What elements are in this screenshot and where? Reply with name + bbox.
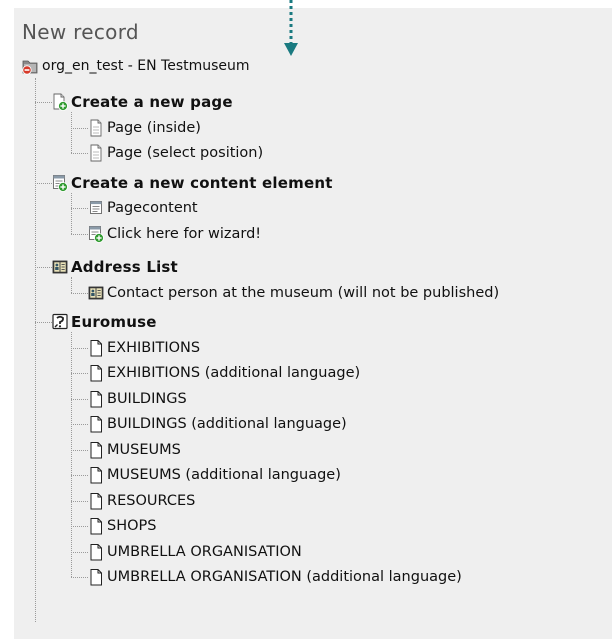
record-type-content-0[interactable]: Pagecontent — [88, 197, 198, 219]
tree-connector — [35, 78, 36, 622]
record-type-address-0[interactable]: Contact person at the museum (will not b… — [88, 282, 499, 304]
record-type-euromuse-3[interactable]: BUILDINGS (additional language) — [88, 413, 347, 435]
document-icon — [90, 467, 102, 484]
new-content-element-icon — [53, 174, 68, 192]
record-type-label: Page (inside) — [107, 119, 201, 136]
tree-connector — [71, 449, 88, 451]
address-book-icon — [52, 260, 68, 274]
tree-connector — [71, 475, 88, 476]
section-title: Euromuse — [71, 313, 157, 331]
record-type-euromuse-4[interactable]: MUSEUMS — [88, 439, 181, 461]
section-content[interactable]: Create a new content element — [52, 172, 333, 194]
document-icon — [90, 416, 102, 433]
record-type-euromuse-9[interactable]: UMBRELLA ORGANISATION (additional langua… — [88, 566, 462, 588]
record-type-label: EXHIBITIONS (additional language) — [107, 365, 361, 381]
content-element-icon — [90, 201, 102, 214]
document-icon — [90, 441, 102, 458]
record-type-label: Pagecontent — [107, 200, 198, 216]
tree-connector — [71, 332, 72, 577]
tree-connector — [71, 526, 88, 527]
tree-connector — [71, 153, 88, 154]
record-type-euromuse-2[interactable]: BUILDINGS — [88, 388, 187, 410]
document-icon — [90, 518, 102, 535]
record-type-label: RESOURCES — [107, 492, 196, 509]
record-type-euromuse-8[interactable]: UMBRELLA ORGANISATION — [88, 541, 302, 563]
record-type-euromuse-0[interactable]: EXHIBITIONS — [88, 337, 200, 359]
record-type-label: UMBRELLA ORGANISATION (additional langua… — [107, 569, 462, 585]
record-type-label: BUILDINGS — [107, 390, 187, 407]
tree-connector — [71, 127, 88, 129]
new-page-icon — [53, 93, 68, 111]
document-icon — [90, 569, 102, 586]
document-icon — [90, 543, 102, 560]
record-type-page-1[interactable]: Page (select position) — [88, 142, 263, 164]
tree-connector — [71, 424, 88, 425]
tree-connector — [35, 102, 52, 103]
tree-connector — [35, 182, 52, 184]
record-type-label: Contact person at the museum (will not b… — [107, 284, 500, 301]
tree-connector — [71, 233, 88, 235]
section-address[interactable]: Address List — [52, 256, 178, 278]
record-type-euromuse-7[interactable]: SHOPS — [88, 515, 156, 537]
address-book-icon — [88, 286, 104, 299]
record-type-content-1[interactable]: Click here for wizard! — [88, 223, 261, 245]
tree-connector — [71, 398, 88, 400]
document-icon — [90, 390, 102, 407]
document-icon — [90, 339, 102, 356]
wizard-icon — [89, 225, 104, 243]
record-type-label: EXHIBITIONS — [107, 339, 201, 356]
record-type-euromuse-5[interactable]: MUSEUMS (additional language) — [88, 464, 341, 486]
tree-connector — [71, 292, 88, 294]
euromuse-icon — [52, 313, 68, 330]
tree-connector — [71, 577, 88, 578]
record-type-label: Page (select position) — [107, 145, 264, 161]
section-title: Create a new content element — [71, 173, 333, 192]
record-type-label: BUILDINGS (additional language) — [107, 416, 347, 432]
page-icon — [90, 144, 102, 162]
record-type-euromuse-6[interactable]: RESOURCES — [88, 490, 195, 512]
record-type-label: Click here for wizard! — [107, 225, 262, 242]
record-type-label: MUSEUMS (additional language) — [107, 467, 341, 483]
record-type-label: UMBRELLA ORGANISATION — [107, 543, 302, 560]
tree-connector — [71, 192, 72, 234]
document-icon — [90, 365, 102, 382]
section-euromuse[interactable]: Euromuse — [52, 311, 157, 333]
tree-connector — [71, 500, 88, 502]
section-page[interactable]: Create a new page — [52, 91, 233, 113]
section-title: Create a new page — [71, 93, 233, 111]
section-title: Address List — [71, 258, 178, 276]
document-icon — [90, 492, 102, 509]
tree-connector — [71, 373, 88, 374]
tree-connector — [71, 347, 88, 349]
record-type-euromuse-1[interactable]: EXHIBITIONS (additional language) — [88, 362, 360, 384]
tree-connector — [71, 208, 88, 209]
tree-connector — [35, 322, 52, 323]
record-type-label: SHOPS — [107, 518, 157, 534]
tree-connector — [71, 551, 88, 553]
record-type-label: MUSEUMS — [107, 441, 181, 458]
tree-connector — [71, 112, 72, 153]
record-type-tree: Create a new page Page (inside) Page (sele… — [0, 0, 612, 639]
record-type-page-0[interactable]: Page (inside) — [88, 117, 201, 139]
page-icon — [90, 119, 102, 136]
tree-connector — [35, 267, 52, 268]
tree-connector — [71, 277, 72, 293]
